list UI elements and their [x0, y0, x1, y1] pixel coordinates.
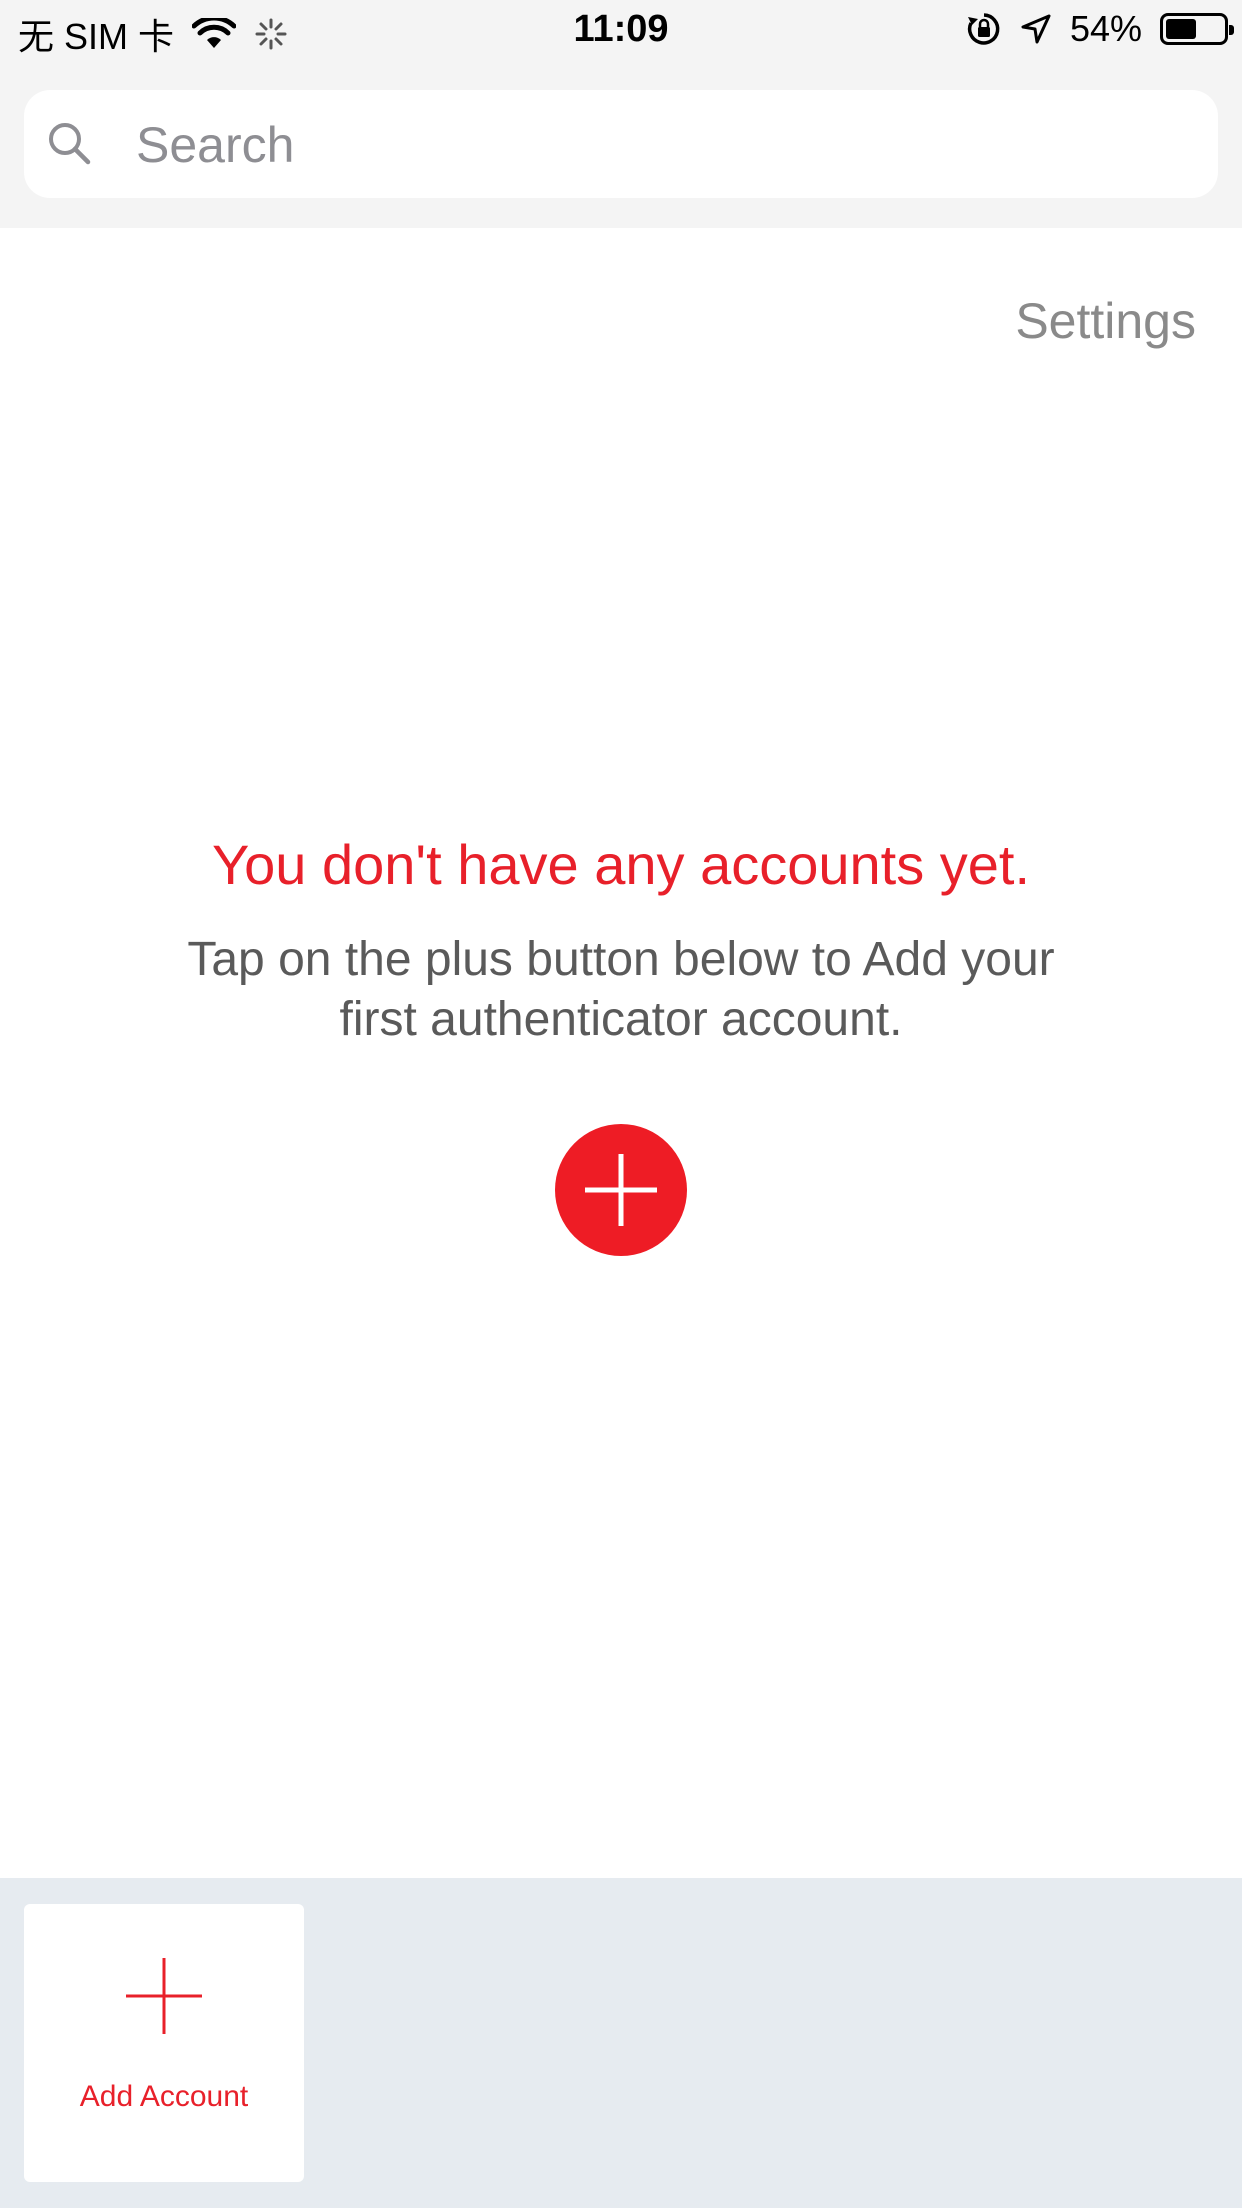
battery-icon — [1160, 13, 1234, 45]
status-bar: 无 SIM 卡 11:09 54% — [0, 0, 1242, 62]
plus-icon — [585, 1154, 657, 1226]
location-icon — [1021, 14, 1051, 44]
add-account-plus-button[interactable] — [555, 1124, 687, 1256]
search-input[interactable] — [134, 90, 1198, 200]
empty-state-title: You don't have any accounts yet. — [211, 833, 1031, 896]
battery-percent: 54% — [1069, 8, 1142, 49]
battery-cap — [1229, 25, 1234, 35]
search-area — [0, 62, 1242, 228]
search-bar[interactable] — [24, 90, 1218, 200]
bottom-bar: Add Account — [0, 1878, 1242, 2208]
empty-state-description: Tap on the plus button below to Add your… — [187, 933, 1055, 1046]
battery-level-fill — [1166, 19, 1196, 39]
plus-icon — [126, 1958, 202, 2034]
status-right: 54% — [966, 8, 1234, 50]
orientation-lock-icon — [967, 13, 1000, 45]
settings-button[interactable]: Settings — [1015, 292, 1196, 350]
search-icon — [49, 123, 91, 165]
add-account-label: Add Account — [79, 2080, 249, 2113]
add-account-tile[interactable]: Add Account — [24, 1904, 304, 2182]
